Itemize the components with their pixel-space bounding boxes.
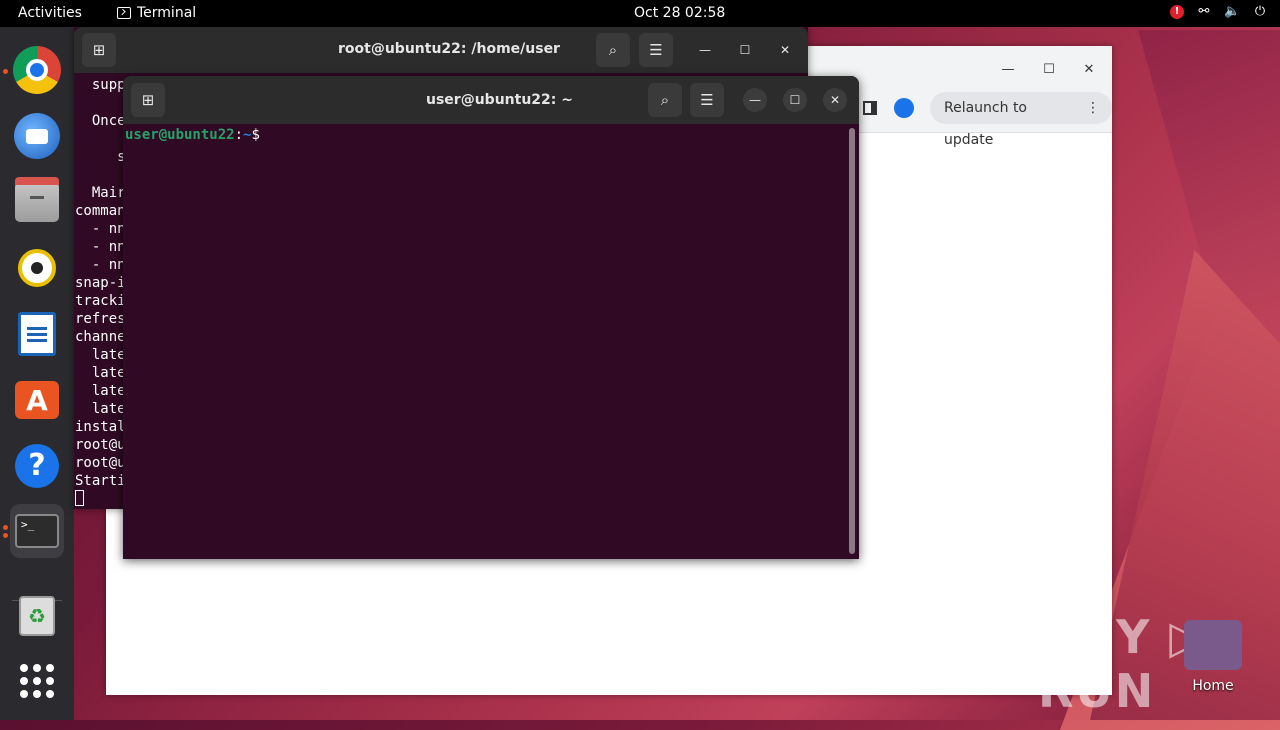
- trash-icon: ♻: [19, 596, 55, 636]
- dock-item-chrome[interactable]: [10, 43, 64, 97]
- terminal-line: late: [75, 401, 126, 417]
- minimize-button[interactable]: —: [994, 56, 1022, 84]
- close-button[interactable]: ✕: [773, 38, 797, 62]
- terminal-header: ⊞ user@ubuntu22: ~ ⌕ ☰ — ☐ ✕: [123, 76, 859, 124]
- dock-item-help[interactable]: ?: [10, 439, 64, 493]
- thunderbird-icon: [14, 113, 60, 159]
- terminal-line: tracki: [75, 293, 126, 309]
- terminal-line: - nn: [75, 257, 126, 273]
- close-button[interactable]: ✕: [823, 88, 847, 112]
- profile-icon[interactable]: [894, 98, 914, 118]
- terminal-line: channe: [75, 329, 126, 345]
- dock-item-app-center[interactable]: A: [10, 373, 64, 427]
- scrollbar[interactable]: [849, 128, 855, 554]
- menu-button[interactable]: ☰: [690, 83, 724, 117]
- minimize-button[interactable]: —: [693, 38, 717, 62]
- terminal-line: comman: [75, 203, 126, 219]
- running-indicator: [3, 525, 8, 530]
- system-tray[interactable]: ! ⚯ 🔈 ⏻: [1170, 4, 1268, 20]
- dock-item-files[interactable]: [10, 175, 64, 229]
- terminal-icon: [117, 7, 131, 19]
- maximize-button[interactable]: ☐: [783, 88, 807, 112]
- network-icon[interactable]: ⚯: [1196, 4, 1212, 20]
- search-button[interactable]: ⌕: [596, 33, 630, 67]
- terminal-line: late: [75, 347, 126, 363]
- terminal-line: Once: [75, 113, 126, 129]
- dock-item-writer[interactable]: [10, 307, 64, 361]
- terminal-line: snap-i: [75, 275, 126, 291]
- window-title: user@ubuntu22: ~: [426, 92, 573, 108]
- app-menu[interactable]: Terminal: [117, 5, 196, 21]
- volume-icon[interactable]: 🔈: [1224, 4, 1240, 20]
- maximize-button[interactable]: ☐: [1035, 56, 1063, 84]
- dock-item-terminal[interactable]: >_: [10, 504, 64, 558]
- dock-item-trash[interactable]: ♻: [10, 589, 64, 643]
- minimize-button[interactable]: —: [743, 88, 767, 112]
- new-tab-button[interactable]: ⊞: [82, 33, 116, 67]
- terminal-line: late: [75, 383, 126, 399]
- running-indicator: [3, 69, 8, 74]
- dock: A ? >_ ♻: [0, 27, 74, 720]
- terminal-cursor: [75, 490, 84, 506]
- watermark: ANY ▷ RUN: [1038, 610, 1207, 718]
- terminal-line: - nn: [75, 239, 126, 255]
- terminal-line: s: [75, 149, 126, 165]
- terminal-icon: >_: [15, 514, 59, 548]
- app-name: Terminal: [137, 5, 197, 21]
- top-bar: Activities Terminal Oct 28 02:58 ! ⚯ 🔈 ⏻: [0, 0, 1280, 27]
- help-icon: ?: [15, 444, 59, 488]
- terminal-output: supp Once s Mair comman - nn - nn - nn sna…: [75, 76, 126, 490]
- show-apps-button[interactable]: [10, 654, 64, 708]
- terminal-window-user[interactable]: ⊞ user@ubuntu22: ~ ⌕ ☰ — ☐ ✕ user@ubuntu…: [123, 76, 859, 559]
- terminal-line: Mair: [75, 185, 126, 201]
- home-folder-icon[interactable]: [1184, 620, 1242, 670]
- activities-button[interactable]: Activities: [18, 5, 82, 21]
- terminal-line: supp: [75, 77, 126, 93]
- prompt-user: user@ubuntu22: [125, 127, 235, 143]
- chrome-icon: [13, 46, 61, 94]
- home-folder-label[interactable]: Home: [1180, 678, 1246, 694]
- app-center-icon: A: [15, 381, 59, 419]
- relaunch-button[interactable]: Relaunch to update ⋮: [930, 92, 1112, 148]
- window-title: root@ubuntu22: /home/user: [338, 41, 560, 57]
- terminal-line: refres: [75, 311, 126, 327]
- prompt-separator: :: [234, 127, 244, 143]
- alert-icon[interactable]: !: [1170, 5, 1184, 19]
- rhythmbox-icon: [18, 249, 56, 287]
- shell-prompt[interactable]: user@ubuntu22:~$: [125, 126, 260, 144]
- dock-item-rhythmbox[interactable]: [10, 241, 64, 295]
- terminal-line: instal: [75, 419, 126, 435]
- libreoffice-writer-icon: [18, 312, 56, 356]
- side-panel-icon[interactable]: [863, 101, 877, 115]
- files-icon: [15, 177, 59, 222]
- search-button[interactable]: ⌕: [648, 83, 682, 117]
- clock[interactable]: Oct 28 02:58: [634, 5, 725, 21]
- prompt-symbol: $: [251, 127, 260, 143]
- terminal-line: - nn: [75, 221, 126, 237]
- maximize-button[interactable]: ☐: [733, 38, 757, 62]
- power-icon[interactable]: ⏻: [1252, 4, 1268, 20]
- relaunch-label: Relaunch to update: [944, 100, 1028, 148]
- terminal-line: root@u: [75, 437, 126, 453]
- terminal-header: ⊞ root@ubuntu22: /home/user ⌕ ☰ — ☐ ✕: [74, 27, 808, 73]
- close-button[interactable]: ✕: [1075, 56, 1103, 84]
- running-indicator: [3, 533, 8, 538]
- terminal-line: root@u: [75, 455, 126, 471]
- menu-button[interactable]: ☰: [639, 33, 673, 67]
- new-tab-button[interactable]: ⊞: [131, 83, 165, 117]
- dock-item-thunderbird[interactable]: [10, 109, 64, 163]
- terminal-line: late: [75, 365, 126, 381]
- terminal-line: Starti: [75, 473, 126, 489]
- show-apps-icon: [20, 664, 54, 698]
- menu-dots-icon[interactable]: ⋮: [1086, 92, 1100, 124]
